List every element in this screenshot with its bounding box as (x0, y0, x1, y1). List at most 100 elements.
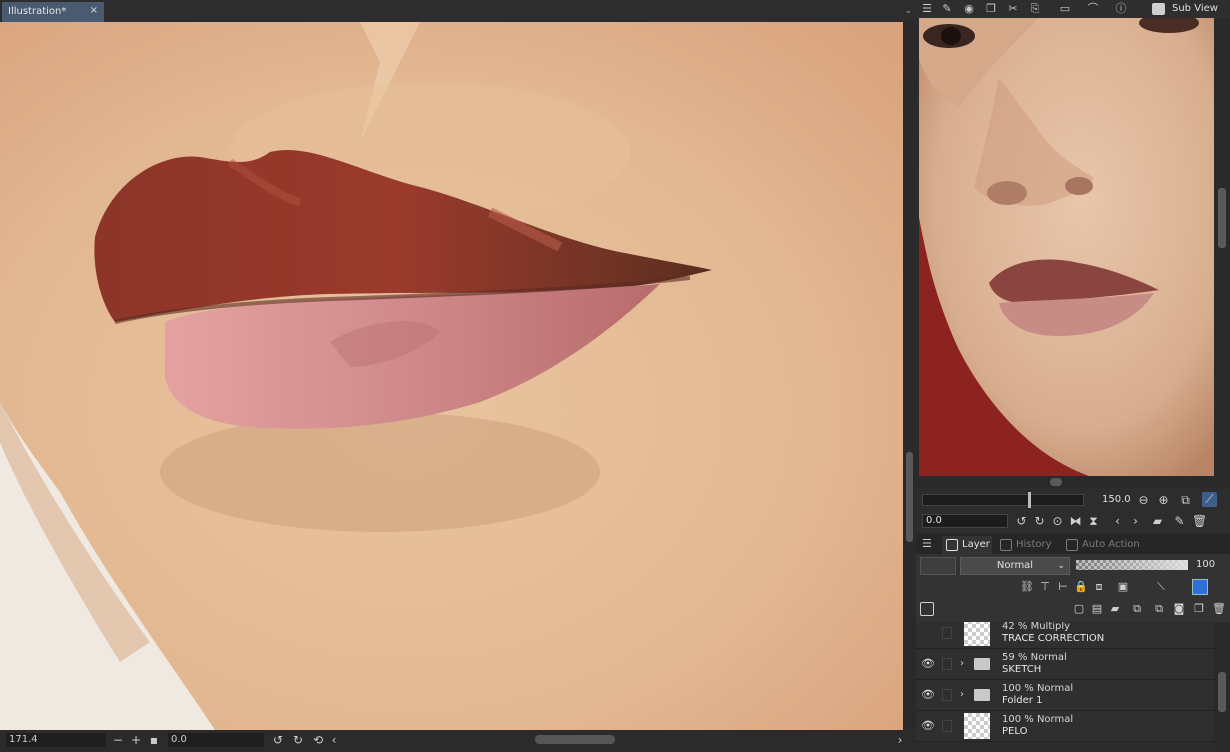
zoom-in-icon[interactable]: ⊕ (1156, 493, 1171, 508)
sub-view-tab[interactable]: Sub View (1148, 1, 1228, 17)
trash-icon[interactable]: 🗑 (1192, 514, 1207, 529)
chevron-left-icon[interactable]: ‹ (1110, 514, 1125, 529)
new-raster-layer-icon[interactable]: ▢ (1072, 602, 1086, 616)
merge-icon[interactable]: ⧉ (1152, 602, 1166, 616)
blend-mode-select[interactable]: Normal ⌄ (960, 557, 1070, 575)
open-folder-icon[interactable]: ▰ (1150, 514, 1165, 529)
auto-action-icon (1066, 539, 1078, 551)
trash-icon[interactable]: 🗑 (1212, 602, 1226, 616)
slider-knob[interactable] (1028, 492, 1031, 508)
rotate-left-icon[interactable]: ↺ (1014, 514, 1029, 529)
cut-icon[interactable]: ✂ (1006, 2, 1020, 16)
eye-icon[interactable]: 👁 (920, 657, 936, 671)
scroll-thumb[interactable] (1218, 188, 1226, 248)
scroll-thumb[interactable] (906, 452, 913, 542)
layer-mode: 100 % Normal (1002, 683, 1074, 694)
layer-color-button[interactable] (920, 557, 956, 575)
sub-view-horizontal-scrollbar[interactable] (916, 476, 1230, 488)
layer-lock-box[interactable] (942, 720, 952, 732)
layer-lock-box[interactable] (942, 658, 952, 670)
info-icon[interactable]: ⓘ (1114, 2, 1128, 16)
chevron-right-icon[interactable]: › (1128, 514, 1143, 529)
rotation-field[interactable]: 0.0 (168, 733, 264, 747)
scroll-thumb[interactable] (1218, 672, 1226, 712)
chevron-right-icon[interactable]: › (892, 732, 908, 748)
layer-row[interactable]: 👁 › 100 % Normal Folder 1 (916, 680, 1214, 711)
chevron-left-icon[interactable]: ‹ (326, 732, 342, 748)
paste-icon[interactable]: ⎘ (1028, 2, 1042, 16)
copy-icon[interactable]: ❐ (984, 2, 998, 16)
opacity-value[interactable]: 100 (1196, 559, 1215, 570)
duplicate-icon[interactable]: ❐ (1192, 602, 1206, 616)
menu-icon[interactable]: ☰ (922, 537, 932, 550)
zoom-out-icon[interactable]: ⊖ (1136, 493, 1151, 508)
chevron-right-icon[interactable]: › (960, 689, 964, 700)
reset-icon[interactable]: ⊙ (1050, 514, 1065, 529)
edit-icon[interactable]: ✎ (940, 2, 954, 16)
zoom-in-button[interactable]: + (128, 732, 144, 748)
layer-panel-tabs: ☰ Layer History Auto Action (916, 534, 1230, 554)
sub-view-rotation-field[interactable]: 0.0 (922, 514, 1008, 528)
lock-transparency-icon[interactable]: ⧈ (1092, 580, 1106, 594)
close-icon[interactable]: × (90, 5, 98, 16)
chevron-right-icon[interactable]: › (960, 658, 964, 669)
eyedropper-icon[interactable]: ⟋ (1202, 492, 1217, 507)
scroll-thumb[interactable] (1050, 478, 1062, 486)
tab-auto-action[interactable]: Auto Action (1062, 536, 1142, 554)
layer-thumbnail (964, 622, 990, 646)
layer-row[interactable]: 42 % Multiply TRACE CORRECTION (916, 622, 1214, 649)
eye-icon[interactable]: 👁 (920, 719, 936, 733)
panel-toggle-icon[interactable] (920, 602, 934, 616)
transfer-icon[interactable]: ⧉ (1130, 602, 1144, 616)
mask-add-icon[interactable]: ◙ (1172, 602, 1186, 616)
tab-history[interactable]: History (996, 536, 1058, 554)
new-vector-layer-icon[interactable]: ▤ (1090, 602, 1104, 616)
zoom-out-button[interactable]: − (110, 732, 126, 748)
rotate-right-icon[interactable]: ↻ (290, 732, 306, 748)
camera-icon[interactable]: ◉ (962, 2, 976, 16)
canvas-vertical-scrollbar[interactable] (903, 22, 916, 730)
clear-icon[interactable]: ✎ (1172, 514, 1187, 529)
rotate-left-icon[interactable]: ↺ (270, 732, 286, 748)
sub-view-reference-image[interactable] (919, 18, 1214, 476)
fit-icon[interactable]: ▪ (146, 732, 162, 748)
eye-icon[interactable]: 👁 (920, 688, 936, 702)
palette-toolbar: ☰ ✎ ◉ ❐ ✂ ⎘ ▭ ⌒ ⓘ Sub View (916, 0, 1230, 18)
layer-lock-box[interactable] (942, 689, 952, 701)
arc-icon[interactable]: ⌒ (1086, 2, 1100, 16)
chevron-down-icon[interactable]: ⌄ (904, 6, 912, 16)
layer-name: SKETCH (1002, 664, 1042, 675)
layer-row[interactable]: 👁 › 59 % Normal SKETCH (916, 649, 1214, 680)
new-folder-icon[interactable]: ▰ (1108, 602, 1122, 616)
tab-layer[interactable]: Layer (942, 536, 992, 554)
sub-view-vertical-scrollbar[interactable] (1214, 18, 1230, 476)
tab-layer-label: Layer (962, 539, 990, 550)
monitor-icon[interactable]: ▭ (1058, 2, 1072, 16)
ruler-icon[interactable]: ⊢ (1056, 580, 1070, 594)
layer-list-scrollbar[interactable] (1214, 622, 1230, 752)
document-tab[interactable]: Illustration* × (2, 2, 104, 22)
main-canvas[interactable] (0, 22, 903, 730)
clip-icon[interactable]: ⛓ (1020, 580, 1034, 594)
history-icon (1000, 539, 1012, 551)
layer-color-chip[interactable] (1192, 579, 1208, 595)
flip-horizontal-icon[interactable]: ⧓ (1068, 514, 1083, 529)
layer-lock-box[interactable] (942, 627, 952, 639)
sub-view-zoom-slider[interactable] (922, 492, 1084, 508)
opacity-slider[interactable] (1076, 560, 1188, 570)
layer-mode: 59 % Normal (1002, 652, 1067, 663)
rotate-right-icon[interactable]: ↻ (1032, 514, 1047, 529)
fit-window-icon[interactable]: ⧉ (1178, 493, 1193, 508)
layer-list: 42 % Multiply TRACE CORRECTION 👁 › 59 % … (916, 622, 1214, 752)
menu-icon[interactable]: ☰ (920, 2, 934, 16)
layer-row[interactable]: 👁 100 % Normal PELO (916, 711, 1214, 742)
lock-icon[interactable]: 🔒 (1074, 580, 1088, 594)
draft-icon[interactable]: ⟍ (1154, 580, 1168, 594)
reference-icon[interactable]: ⊤ (1038, 580, 1052, 594)
zoom-field[interactable]: 171.4 (6, 733, 106, 747)
layer-thumbnail (964, 713, 990, 739)
horizontal-scroll-thumb[interactable] (535, 735, 615, 744)
flip-vertical-icon[interactable]: ⧗ (1086, 514, 1101, 529)
reset-rotation-icon[interactable]: ⟲ (310, 732, 326, 748)
mask-icon[interactable]: ▣ (1116, 580, 1130, 594)
